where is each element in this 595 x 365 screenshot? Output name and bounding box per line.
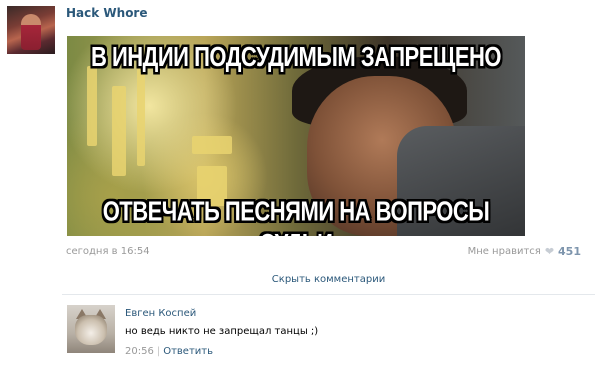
meta-separator: | bbox=[156, 346, 161, 357]
meme-bottom-caption: ОТВЕЧАТЬ ПЕСНЯМИ НА ВОПРОСЫ СУДЬИ bbox=[102, 195, 490, 237]
hide-comments-link[interactable]: Скрыть комментарии bbox=[62, 274, 595, 285]
comment-meta: 20:56 | Ответить bbox=[125, 346, 213, 357]
like-button[interactable]: Мне нравится ❤ 451 bbox=[468, 245, 581, 258]
comment-author-name[interactable]: Евген Коспей bbox=[125, 308, 196, 319]
reply-button[interactable]: Ответить bbox=[163, 346, 213, 357]
meme-top-caption: В ИНДИИ ПОДСУДИМЫМ ЗАПРЕЩЕНО bbox=[90, 40, 502, 72]
heart-icon: ❤ bbox=[544, 245, 555, 258]
avatar-figure bbox=[21, 14, 41, 50]
post-image[interactable]: В ИНДИИ ПОДСУДИМЫМ ЗАПРЕЩЕНО ОТВЕЧАТЬ ПЕ… bbox=[67, 36, 525, 236]
image-detail bbox=[112, 86, 126, 176]
post-author-name[interactable]: Hack Whore bbox=[66, 6, 148, 20]
image-detail bbox=[192, 136, 232, 154]
image-detail bbox=[87, 66, 97, 146]
like-label: Мне нравится bbox=[467, 246, 541, 257]
comment-author-avatar[interactable] bbox=[67, 305, 115, 353]
avatar-cat-face bbox=[75, 315, 107, 345]
comments-divider bbox=[62, 294, 595, 295]
comment-text: но ведь никто не запрещал танцы ;) bbox=[125, 326, 319, 337]
post-author-avatar[interactable] bbox=[7, 6, 55, 54]
comment-timestamp[interactable]: 20:56 bbox=[125, 346, 154, 357]
post-timestamp[interactable]: сегодня в 16:54 bbox=[66, 246, 150, 257]
like-count: 451 bbox=[558, 245, 581, 258]
